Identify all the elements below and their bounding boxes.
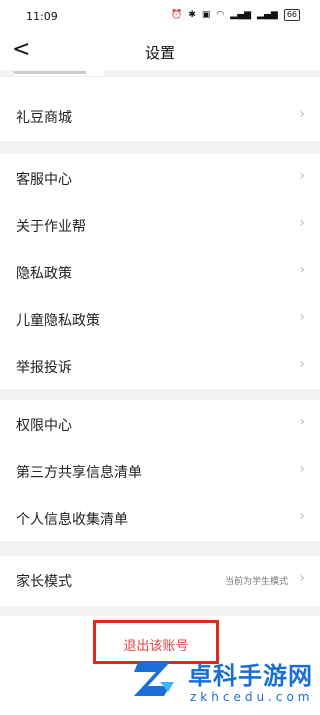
chevron-right-icon: › — [299, 356, 305, 372]
chevron-right-icon: › — [299, 106, 305, 122]
row-label: 家长模式 — [16, 574, 72, 590]
row-lidou-mall[interactable]: 礼豆商城 › — [0, 77, 320, 141]
scrolled-row-remnant — [14, 70, 104, 76]
status-bar: 11:09 ⏰ ✱ ▣ ◠ ▂▄▆ ▂▄▆ 66 — [0, 0, 320, 34]
row-label: 礼豆商城 — [16, 110, 72, 126]
status-time: 11:09 — [26, 10, 58, 23]
parent-mode-status: 当前为学生模式 — [224, 577, 288, 587]
wifi-icon: ◠ — [216, 10, 225, 20]
signal-icon: ▂▄▆ — [230, 10, 252, 20]
row-label: 儿童隐私政策 — [16, 313, 100, 329]
chevron-right-icon: › — [299, 168, 305, 184]
settings-group-1: 礼豆商城 › — [0, 77, 320, 141]
mute-icon: ✱ — [188, 10, 196, 20]
row-label: 客服中心 — [16, 172, 72, 188]
alarm-icon: ⏰ — [171, 10, 183, 20]
row-parent-mode[interactable]: 家长模式 当前为学生模式 › — [0, 556, 320, 606]
chevron-right-icon: › — [299, 461, 305, 477]
battery-icon: 66 — [283, 9, 300, 21]
settings-group-3: 权限中心 › 第三方共享信息清单 › 个人信息收集清单 › — [0, 400, 320, 541]
watermark: 卓科手游网 zkhcedu.com — [120, 642, 320, 715]
chevron-right-icon: › — [299, 215, 305, 231]
row-about[interactable]: 关于作业帮 › — [0, 201, 320, 248]
settings-group-2: 客服中心 › 关于作业帮 › 隐私政策 › 儿童隐私政策 › 举报投诉 › — [0, 154, 320, 389]
row-report[interactable]: 举报投诉 › — [0, 342, 320, 389]
row-label: 关于作业帮 — [16, 219, 86, 235]
row-label: 举报投诉 — [16, 360, 72, 376]
row-personal-info-collection[interactable]: 个人信息收集清单 › — [0, 494, 320, 541]
chevron-right-icon: › — [299, 508, 305, 524]
row-label: 权限中心 — [16, 418, 72, 434]
page-title: 设置 — [144, 44, 175, 62]
row-label: 个人信息收集清单 — [16, 512, 128, 528]
row-third-party-sharing[interactable]: 第三方共享信息清单 › — [0, 447, 320, 494]
nfc-icon: ▣ — [201, 10, 211, 20]
row-customer-service[interactable]: 客服中心 › — [0, 154, 320, 201]
status-icons: ⏰ ✱ ▣ ◠ ▂▄▆ ▂▄▆ 66 — [171, 9, 300, 21]
watermark-brand-cn: 卓科手游网 — [188, 662, 313, 690]
chevron-right-icon: › — [299, 262, 305, 278]
row-permissions[interactable]: 权限中心 › — [0, 400, 320, 447]
chevron-right-icon: › — [299, 570, 305, 586]
watermark-brand-en: zkhcedu.com — [190, 690, 314, 704]
row-label: 隐私政策 — [16, 266, 72, 282]
row-children-privacy-policy[interactable]: 儿童隐私政策 › — [0, 295, 320, 342]
row-label: 第三方共享信息清单 — [16, 465, 142, 481]
page-header: < 设置 — [0, 34, 320, 70]
chevron-right-icon: › — [299, 309, 305, 325]
signal-2-icon: ▂▄▆ — [257, 10, 278, 20]
chevron-right-icon: › — [299, 414, 305, 430]
watermark-logo-icon — [134, 662, 174, 696]
row-privacy-policy[interactable]: 隐私政策 › — [0, 248, 320, 295]
settings-group-4: 家长模式 当前为学生模式 › — [0, 556, 320, 606]
